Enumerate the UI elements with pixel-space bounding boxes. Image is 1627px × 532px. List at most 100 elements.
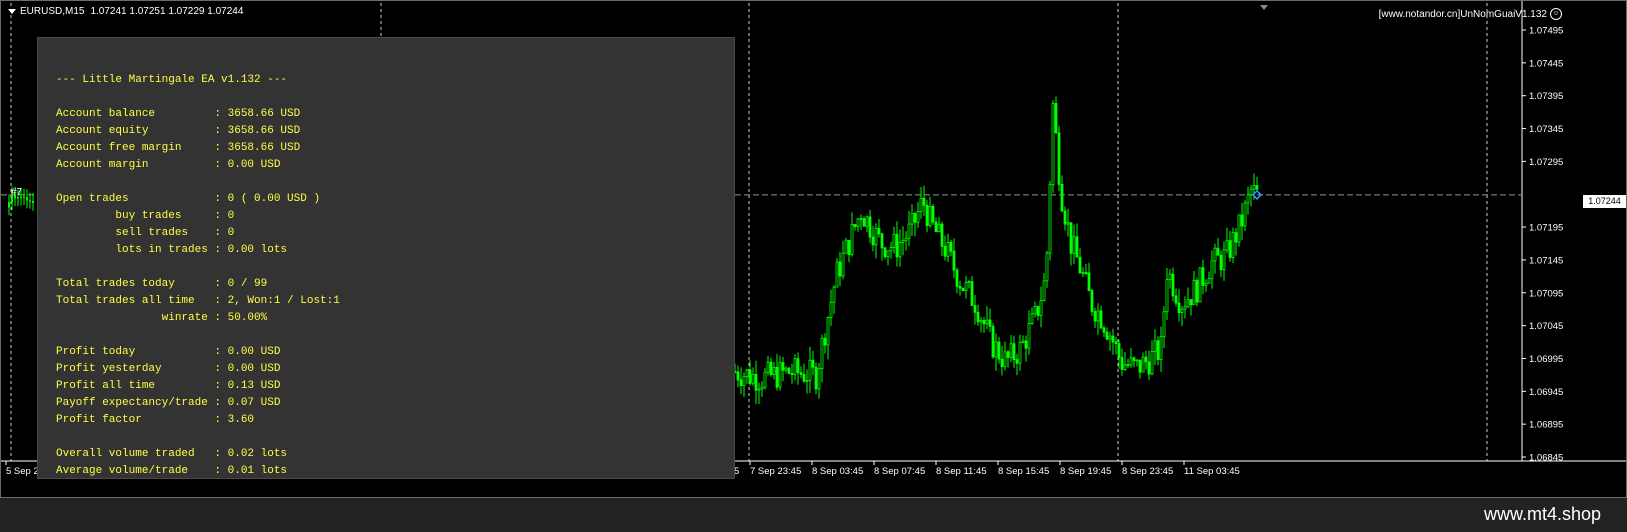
candle — [1093, 307, 1097, 329]
candle-body — [1144, 356, 1148, 363]
candle — [937, 216, 941, 233]
candle-body — [1015, 359, 1019, 364]
chart-window[interactable]: 1.07495 1.07445 1.07395 1.07345 1.07295 1.071… — [0, 0, 1627, 498]
candle-body — [1168, 273, 1172, 280]
candle-body — [886, 250, 890, 258]
candle — [760, 381, 764, 397]
candle — [781, 356, 785, 382]
candle-body — [1222, 249, 1226, 271]
candle-body — [850, 224, 854, 255]
candle — [1105, 327, 1109, 341]
candle-body — [823, 337, 827, 346]
candle — [32, 193, 34, 211]
candle — [1174, 288, 1178, 307]
candle-body — [778, 362, 782, 388]
candle — [1183, 296, 1187, 319]
candle — [805, 369, 809, 394]
candle — [865, 215, 869, 233]
candle-body — [1183, 306, 1187, 310]
candle — [943, 235, 947, 261]
ea-info-line: Account equity : 3658.66 USD — [56, 125, 301, 137]
candle — [1210, 250, 1214, 289]
candle-body — [829, 301, 833, 318]
candle — [1108, 331, 1112, 351]
candle-body — [934, 221, 938, 233]
candle-body — [811, 359, 815, 368]
expert-advisor-smiley-icon[interactable]: ☺ — [1550, 8, 1562, 20]
candle — [868, 209, 872, 243]
candle-body — [940, 223, 944, 247]
candle — [889, 242, 893, 259]
candle — [1039, 286, 1043, 328]
candle-body — [832, 286, 836, 303]
time-tick-label: 8 Sep 11:45 — [936, 466, 987, 477]
indicator-label: [www.notandor.cn]UnNomGuaiV1.132 ☺ — [1379, 8, 1562, 20]
candle — [904, 231, 908, 251]
candle — [1201, 259, 1205, 295]
candle-body — [1003, 351, 1007, 367]
candle-body — [991, 325, 995, 358]
chart-menu-icon[interactable] — [8, 8, 16, 14]
candle-body — [1048, 183, 1052, 254]
candle-body — [1045, 252, 1049, 282]
time-tick-label: 11 Sep 03:45 — [1184, 466, 1240, 477]
candle — [1033, 301, 1037, 318]
candle — [1132, 356, 1136, 368]
candle — [874, 223, 878, 259]
candle — [751, 367, 755, 386]
candle — [1102, 325, 1106, 337]
ea-info-panel: --- Little Martingale EA v1.132 --- Accou… — [37, 37, 735, 479]
candle-body — [1051, 103, 1055, 185]
candle — [916, 202, 920, 228]
candle — [763, 368, 767, 390]
candle-body — [1171, 273, 1175, 297]
candle-body — [766, 361, 770, 373]
candle-body — [1030, 313, 1034, 324]
candle-body — [841, 252, 845, 277]
candle-body — [742, 376, 746, 386]
ea-info-line — [56, 429, 340, 446]
candle-body — [799, 372, 803, 375]
candle — [1060, 175, 1064, 213]
candle-body — [997, 341, 1001, 360]
candle-body — [874, 227, 878, 246]
chart-title[interactable]: EURUSD,M15 1.07241 1.07251 1.07229 1.0724… — [8, 6, 249, 17]
candle-body — [826, 317, 830, 346]
candle — [1018, 334, 1022, 371]
candle — [1249, 184, 1253, 207]
candle — [1042, 273, 1046, 302]
candle — [877, 218, 881, 238]
ea-info-line — [56, 327, 340, 344]
candle-body — [817, 368, 821, 390]
candle — [913, 212, 917, 237]
candle-body — [880, 233, 884, 249]
ea-info-line: lots in trades : 0.00 lots — [56, 244, 288, 256]
candle-body — [961, 287, 965, 291]
ea-info-line — [56, 174, 340, 191]
candle-body — [1195, 279, 1199, 303]
candle-body — [1141, 356, 1145, 373]
candle — [784, 366, 788, 374]
ea-info-line: Account margin : 0.00 USD — [56, 159, 281, 171]
price-tick-label: 1.07195 — [1529, 223, 1563, 234]
candle-body — [1255, 185, 1259, 190]
candle — [1153, 329, 1157, 365]
candle — [991, 323, 995, 359]
candle-body — [835, 261, 839, 288]
ea-info-line: winrate : 50.00% — [56, 312, 268, 324]
candle — [1189, 299, 1193, 316]
candle — [994, 333, 998, 371]
candle — [1069, 222, 1073, 266]
candle — [856, 217, 860, 232]
candle-body — [958, 286, 962, 289]
ea-info-line: Profit yesterday : 0.00 USD — [56, 363, 281, 375]
candle — [967, 280, 971, 289]
candle-body — [805, 380, 809, 382]
price-tick-label: 1.07145 — [1529, 255, 1563, 266]
candle-body — [751, 373, 755, 384]
candle — [1075, 223, 1079, 258]
candle-body — [1075, 236, 1079, 258]
candle-body — [1150, 351, 1154, 375]
candle-body — [1186, 299, 1190, 308]
candle — [1234, 228, 1238, 256]
